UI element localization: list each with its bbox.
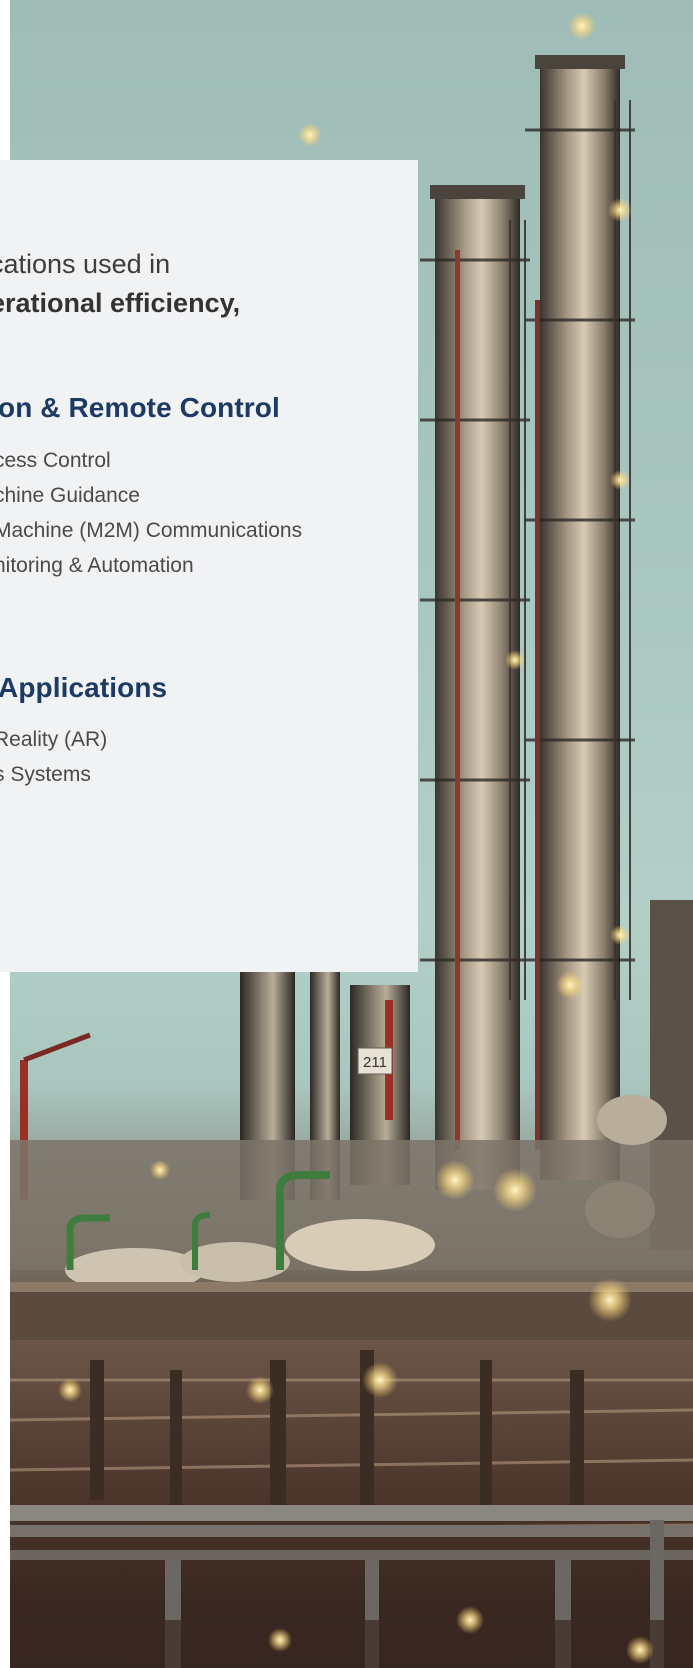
section-title-remote-control: on & Remote Control bbox=[0, 392, 280, 423]
section-title-applications: Applications bbox=[0, 672, 168, 703]
list-item: Machine (M2M) Communications bbox=[0, 519, 303, 542]
list-item: cess Control bbox=[0, 449, 111, 472]
list-remote-control: cess Control chine Guidance Machine (M2M… bbox=[0, 443, 302, 583]
list-item: nitoring & Automation bbox=[0, 554, 194, 577]
content-panel: cations used in erational efficiency, on… bbox=[0, 160, 418, 972]
intro-paragraph: cations used in erational efficiency, bbox=[0, 245, 418, 323]
list-item: s Systems bbox=[0, 763, 91, 786]
list-applications: Reality (AR) s Systems bbox=[0, 722, 107, 792]
list-item: chine Guidance bbox=[0, 484, 140, 507]
tower-number-label: 211 bbox=[363, 1054, 387, 1071]
page: 211 cations used in erational efficiency… bbox=[0, 0, 693, 1668]
intro-line-2: erational efficiency, bbox=[0, 288, 241, 318]
intro-line-1: cations used in bbox=[0, 249, 171, 279]
list-item: Reality (AR) bbox=[0, 728, 108, 751]
